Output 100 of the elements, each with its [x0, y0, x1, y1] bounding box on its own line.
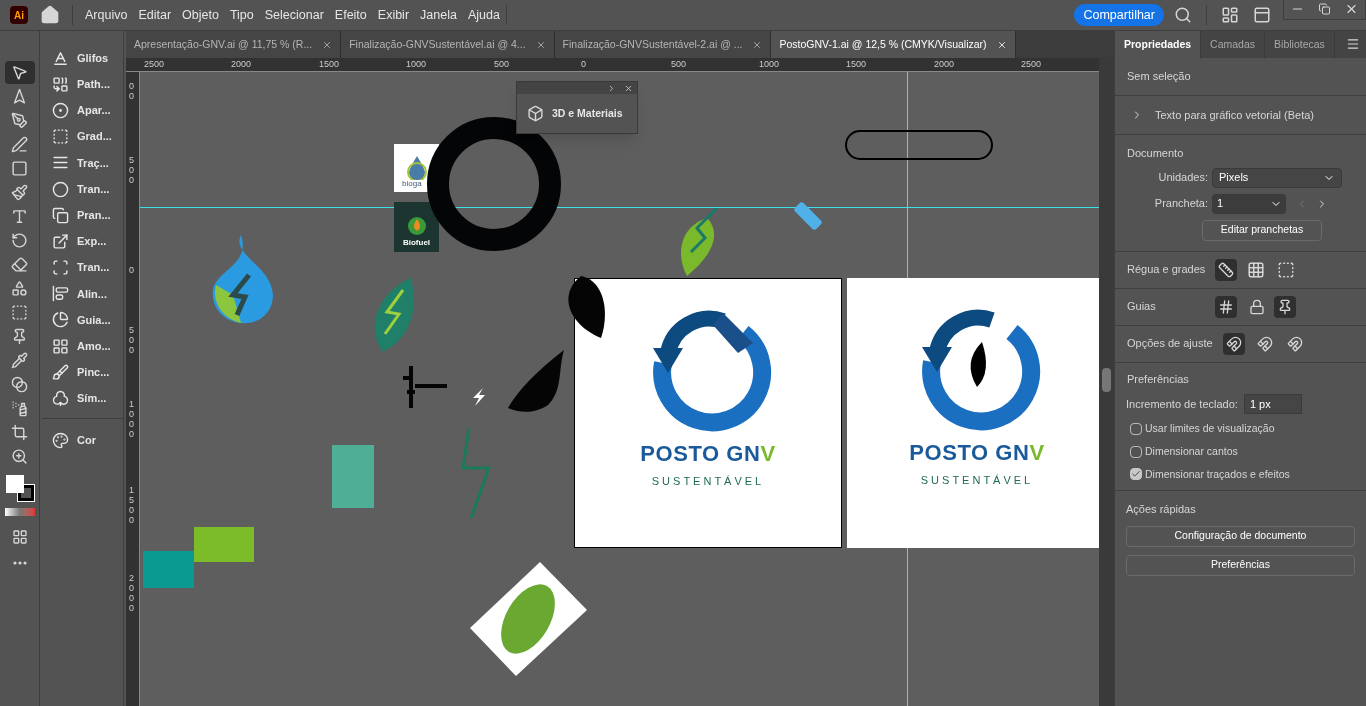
palette-icon [52, 432, 69, 450]
menu-item[interactable]: Editar [138, 5, 172, 25]
menu-item[interactable]: Janela [420, 5, 457, 25]
panel-item[interactable]: Tran... [42, 254, 123, 281]
logo-wordmark-accent: V [760, 443, 776, 465]
menu-item[interactable]: Objeto [182, 5, 219, 25]
document-tab[interactable]: Apresentação-GNV.ai @ 11,75 % (R... [126, 31, 342, 58]
panel-tab[interactable]: Camadas [1201, 31, 1266, 58]
checkbox-label: Dimensionar cantos [1145, 443, 1238, 459]
panel-item[interactable]: Grad... [42, 123, 123, 150]
checkbox-label: Usar limites de visualização [1145, 421, 1275, 436]
more-tools-icon[interactable] [12, 560, 27, 565]
artboard-dropdown[interactable]: 1 [1212, 193, 1286, 214]
panel-item[interactable]: Path... [42, 71, 123, 98]
panel-item[interactable]: Exp... [42, 228, 123, 255]
search-icon[interactable] [1174, 6, 1192, 24]
panel-item[interactable]: Pinc... [42, 359, 123, 386]
ruler-label: 1000 [406, 58, 427, 70]
close-icon[interactable] [996, 39, 1007, 50]
menu-item[interactable]: Exibir [377, 5, 410, 25]
external-link-icon [52, 232, 69, 250]
close-icon[interactable] [322, 39, 333, 50]
panel-tab[interactable]: Bibliotecas [1265, 31, 1335, 58]
menu-item[interactable]: Efeito [334, 5, 367, 25]
ruler-toggle-icon[interactable] [1215, 258, 1237, 281]
section-title: Régua e grades [1127, 262, 1207, 278]
panel-tab[interactable]: Propriedades [1115, 31, 1202, 58]
panel-item[interactable]: Apar... [42, 97, 123, 124]
transparency-grid-icon[interactable] [1277, 260, 1295, 279]
panel-window-icon[interactable] [1253, 6, 1271, 24]
ruler-label: 1500 [846, 58, 867, 70]
lock-guides-icon[interactable] [1249, 298, 1265, 315]
panel-item[interactable]: 3D e Materiais [552, 105, 623, 122]
close-icon[interactable] [752, 39, 763, 50]
quick-action-button[interactable]: Configuração de documento [1126, 525, 1355, 547]
smart-guides-icon[interactable] [1274, 295, 1296, 318]
expandable-section-title[interactable]: Texto para gráfico vetorial (Beta) [1155, 106, 1314, 123]
app-logo[interactable]: Ai [10, 6, 28, 24]
eyedropper-icon [11, 351, 28, 369]
rectangle-shape [194, 527, 254, 562]
flame-bolt-icon [211, 235, 276, 325]
color-mode-icon[interactable] [4, 507, 35, 516]
club-icon [52, 390, 69, 408]
logo-wordmark: POSTO GN [640, 443, 761, 465]
document-tab[interactable]: Finalização-GNVSustentável-2.ai @ ... [554, 31, 772, 58]
menu-item[interactable]: Arquivo [85, 5, 128, 25]
align-icon [52, 285, 69, 303]
panel-item[interactable]: Guia... [42, 306, 123, 334]
panel-item[interactable]: Traç... [42, 149, 123, 176]
collapse-icon[interactable] [607, 83, 616, 93]
edit-artboards-button[interactable]: Editar pranchetas [1202, 219, 1322, 241]
ruler-label: 1000 [759, 58, 780, 70]
pie-icon [52, 311, 69, 329]
quick-action-button[interactable]: Preferências [1126, 554, 1355, 576]
fill-stroke-swatch[interactable] [5, 475, 34, 501]
blend-icon [11, 375, 28, 393]
snap-to-point-icon[interactable] [1223, 332, 1245, 355]
brush-icon [11, 183, 28, 201]
cube-icon[interactable] [527, 105, 544, 122]
panel-item[interactable]: Amo... [42, 333, 123, 360]
panel-item[interactable]: Tran... [42, 175, 123, 203]
share-button[interactable]: Compartilhar [1074, 4, 1164, 26]
ruler-label: 0 [581, 58, 586, 70]
checkbox[interactable] [1130, 445, 1142, 458]
tool-button[interactable] [4, 61, 35, 84]
close-icon[interactable] [535, 39, 546, 50]
keyboard-increment-field[interactable]: 1 px [1243, 394, 1302, 414]
panel-item[interactable]: Alin... [42, 280, 123, 307]
menu-item[interactable]: Ajuda [467, 5, 500, 25]
home-icon[interactable] [40, 5, 60, 25]
grid-icon[interactable] [1247, 260, 1265, 279]
menu-item[interactable]: Selecionar [264, 5, 324, 25]
panel-item[interactable]: Glifos [42, 45, 123, 72]
menu-icon[interactable] [1346, 37, 1360, 51]
section-title: Guias [1127, 299, 1157, 315]
units-dropdown[interactable]: Pixels [1212, 167, 1342, 188]
snap-to-glyph-icon[interactable] [1287, 335, 1303, 352]
checkbox[interactable] [1130, 422, 1142, 435]
guides-icon[interactable] [1215, 295, 1237, 318]
biogas-text: bioga [402, 180, 422, 188]
section-label: Sem seleção [1127, 70, 1191, 82]
document-tab[interactable]: Finalização-GNVSustentável.ai @ 4... [341, 31, 555, 58]
ruler-label: 500 [129, 156, 135, 186]
vertical-scrollbar[interactable] [1099, 58, 1114, 706]
ruler-label: 500 [671, 58, 687, 70]
circle-dot-icon [52, 101, 69, 119]
spray-can-icon [11, 399, 28, 417]
document-tab[interactable]: PostoGNV-1.ai @ 12,5 % (CMYK/Visualizar) [771, 31, 1016, 58]
menu-item[interactable]: Tipo [229, 5, 254, 25]
biofuel-text: Biofuel [402, 237, 431, 249]
panel-item[interactable]: Sím... [42, 385, 123, 412]
workspace-icon[interactable] [1221, 6, 1239, 24]
panel-item[interactable]: Pran... [42, 202, 123, 229]
circle-icon [52, 180, 69, 198]
screen-mode-icon[interactable] [11, 529, 28, 545]
close-icon[interactable] [624, 83, 633, 93]
panel-item[interactable]: Cor [42, 428, 123, 453]
snap-to-pixel-icon[interactable] [1257, 335, 1273, 352]
plug-shape [401, 366, 447, 408]
checkbox[interactable] [1130, 468, 1142, 481]
